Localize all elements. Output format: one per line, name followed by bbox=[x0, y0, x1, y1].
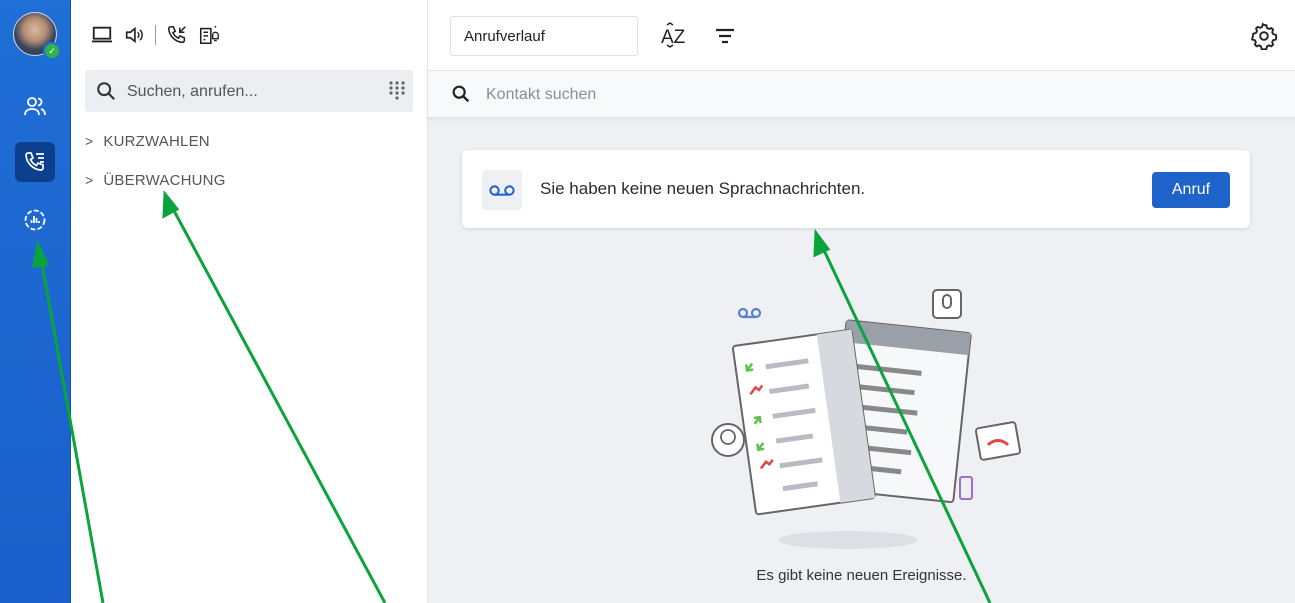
sort-alphabetical-icon[interactable]: AZ bbox=[660, 22, 690, 48]
statistics-icon bbox=[24, 209, 46, 231]
navigation-column: > KURZWAHLEN > ÜBERWACHUNG bbox=[71, 0, 428, 603]
call-voicemail-button[interactable]: Anruf bbox=[1152, 172, 1230, 208]
filter-icon[interactable] bbox=[713, 24, 737, 48]
voicemail-message: Sie haben keine neuen Sprachnachrichten. bbox=[540, 179, 866, 198]
toolbar-divider bbox=[155, 25, 156, 45]
voicemail-card: Sie haben keine neuen Sprachnachrichten.… bbox=[462, 150, 1250, 228]
search-icon bbox=[452, 85, 470, 103]
sort-label: AZ bbox=[661, 27, 686, 48]
contacts-icon bbox=[24, 97, 46, 116]
main-pane: Anrufverlauf AZ Sie haben keine bbox=[428, 0, 1295, 603]
contacts-nav-button[interactable] bbox=[15, 86, 55, 126]
dialpad-icon[interactable] bbox=[388, 80, 406, 100]
contact-search-bar bbox=[428, 70, 1295, 118]
main-toolbar: Anrufverlauf AZ bbox=[428, 0, 1295, 70]
computer-icon[interactable] bbox=[91, 24, 113, 46]
settings-gear-icon[interactable] bbox=[1250, 22, 1278, 50]
call-history-nav-button[interactable] bbox=[15, 142, 55, 182]
empty-state-illustration bbox=[711, 289, 1021, 549]
empty-state-text: Es gibt keine neuen Ereignisse. bbox=[756, 567, 967, 584]
speaker-icon[interactable] bbox=[123, 24, 145, 46]
statistics-nav-button[interactable] bbox=[15, 200, 55, 240]
chevron-right-icon: > bbox=[85, 133, 94, 149]
search-icon bbox=[97, 82, 116, 101]
contact-search-input[interactable] bbox=[484, 81, 1088, 109]
call-forward-icon[interactable] bbox=[166, 24, 188, 46]
search-field bbox=[85, 70, 413, 112]
group-label: KURZWAHLEN bbox=[103, 133, 210, 150]
presence-available-icon: ✓ bbox=[43, 42, 61, 60]
voicemail-icon bbox=[482, 170, 522, 210]
group-monitoring[interactable]: > ÜBERWACHUNG bbox=[85, 172, 226, 189]
chevron-right-icon: > bbox=[85, 172, 94, 188]
voicemail-notify-icon[interactable] bbox=[198, 24, 220, 46]
group-label: ÜBERWACHUNG bbox=[103, 172, 226, 189]
view-select[interactable]: Anrufverlauf bbox=[450, 16, 638, 56]
group-speed-dials[interactable]: > KURZWAHLEN bbox=[85, 133, 210, 150]
call-list-icon bbox=[25, 152, 44, 171]
search-input[interactable] bbox=[125, 78, 379, 106]
device-toolbar bbox=[91, 22, 220, 48]
app-rail: ✓ bbox=[0, 0, 71, 603]
